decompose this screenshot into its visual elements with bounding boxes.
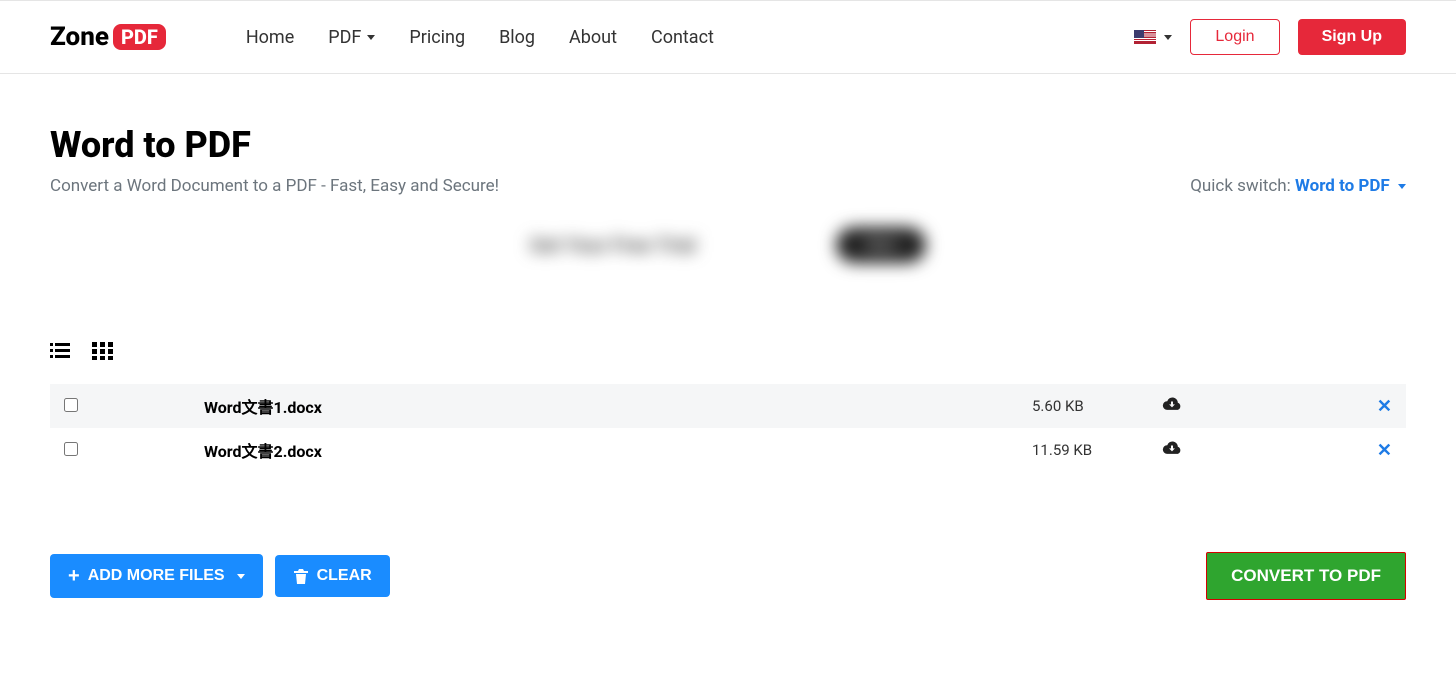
view-toggle-group — [50, 342, 1406, 364]
nav-right: Login Sign Up — [1134, 19, 1406, 55]
ad-banner: Get Your Free Trial Start — [468, 218, 988, 272]
main-nav: Home PDF Pricing Blog About Contact — [246, 27, 714, 48]
quick-switch: Quick switch: Word to PDF — [1190, 176, 1406, 196]
download-button[interactable] — [1162, 439, 1362, 461]
chevron-down-icon — [1398, 184, 1406, 189]
file-name: Word文書1.docx — [204, 394, 1032, 418]
grid-view-button[interactable] — [92, 342, 114, 364]
list-view-button[interactable] — [50, 342, 70, 364]
nav-about[interactable]: About — [569, 27, 617, 48]
logo-zone-text: Zone — [50, 22, 109, 52]
file-size: 5.60 KB — [1032, 397, 1162, 415]
close-icon: ✕ — [1377, 440, 1392, 461]
page-subtitle: Convert a Word Document to a PDF - Fast,… — [50, 176, 499, 196]
login-button[interactable]: Login — [1190, 19, 1279, 55]
chevron-down-icon — [1164, 35, 1172, 40]
clear-label: CLEAR — [317, 567, 372, 585]
logo-pdf-badge: PDF — [113, 24, 166, 50]
grid-icon — [92, 342, 114, 360]
file-checkbox[interactable] — [64, 442, 78, 456]
file-size: 11.59 KB — [1032, 441, 1162, 459]
cloud-download-icon — [1162, 395, 1182, 413]
quick-switch-dropdown[interactable]: Word to PDF — [1295, 176, 1406, 196]
nav-pdf-dropdown[interactable]: PDF — [328, 27, 375, 48]
plus-icon: + — [68, 566, 80, 586]
add-more-files-button[interactable]: + ADD MORE FILES — [50, 554, 263, 598]
file-row: Word文書2.docx 11.59 KB ✕ — [50, 428, 1406, 472]
chevron-down-icon — [367, 35, 375, 40]
logo[interactable]: Zone PDF — [50, 22, 166, 52]
clear-button[interactable]: CLEAR — [275, 555, 390, 597]
file-name: Word文書2.docx — [204, 438, 1032, 462]
close-icon: ✕ — [1377, 396, 1392, 417]
nav-pdf-label: PDF — [328, 27, 361, 48]
nav-contact[interactable]: Contact — [651, 27, 714, 48]
top-navbar: Zone PDF Home PDF Pricing Blog About Con… — [0, 0, 1456, 74]
cloud-download-icon — [1162, 439, 1182, 457]
list-icon — [50, 342, 70, 360]
nav-home[interactable]: Home — [246, 27, 294, 48]
nav-blog[interactable]: Blog — [499, 27, 535, 48]
quick-switch-label: Quick switch: — [1190, 176, 1295, 196]
main-content: Word to PDF Convert a Word Document to a… — [0, 74, 1456, 620]
language-selector[interactable] — [1134, 30, 1172, 44]
quick-switch-value: Word to PDF — [1295, 176, 1390, 196]
ad-text: Get Your Free Trial — [530, 233, 696, 257]
convert-button[interactable]: CONVERT TO PDF — [1206, 552, 1406, 600]
trash-icon — [293, 567, 309, 585]
add-more-label: ADD MORE FILES — [88, 567, 225, 585]
file-row: Word文書1.docx 5.60 KB ✕ — [50, 384, 1406, 428]
chevron-down-icon — [237, 574, 245, 579]
ad-button: Start — [836, 227, 926, 263]
nav-pricing[interactable]: Pricing — [409, 27, 465, 48]
file-checkbox[interactable] — [64, 398, 78, 412]
signup-button[interactable]: Sign Up — [1298, 19, 1406, 55]
file-list: Word文書1.docx 5.60 KB ✕ Word文書2.docx 11.5… — [50, 384, 1406, 472]
action-bar: + ADD MORE FILES CLEAR CONVERT TO PDF — [50, 552, 1406, 600]
remove-file-button[interactable]: ✕ — [1362, 396, 1392, 417]
page-title: Word to PDF — [50, 124, 1406, 166]
us-flag-icon — [1134, 30, 1156, 44]
remove-file-button[interactable]: ✕ — [1362, 440, 1392, 461]
download-button[interactable] — [1162, 395, 1362, 417]
